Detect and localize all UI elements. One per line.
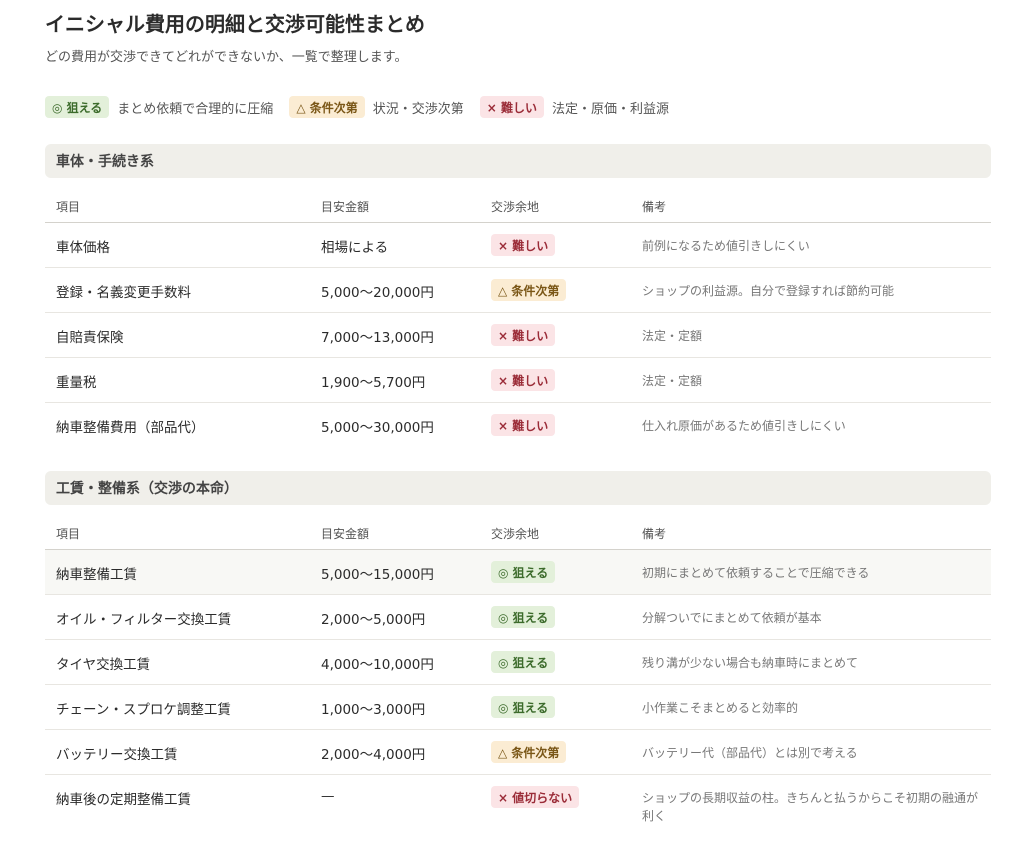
status-badge: ◎ 狙える xyxy=(491,696,556,718)
status-badge: × 難しい xyxy=(491,369,556,391)
section-title: 工賃・整備系（交渉の本命） xyxy=(45,471,991,505)
row-amount: 相場による xyxy=(321,240,389,256)
row-note: ショップの利益源。自分で登録すれば節約可能 xyxy=(642,284,895,298)
legend-text-hard: 法定・原価・利益源 xyxy=(551,101,669,117)
legend-badge-good: ◎ 狙える xyxy=(45,96,110,118)
row-item: タイヤ交換工賃 xyxy=(56,657,151,673)
legend-badge-cond: △ 条件次第 xyxy=(289,96,365,118)
row-item: 納車後の定期整備工賃 xyxy=(56,792,191,808)
table-row: 自賠責保険 7,000〜13,000円 × 難しい 法定・定額 xyxy=(45,313,991,358)
table-row: タイヤ交換工賃 4,000〜10,000円 ◎ 狙える 残り溝が少ない場合も納車… xyxy=(45,640,991,685)
row-note: 法定・定額 xyxy=(642,329,703,343)
table-header: 項目 目安金額 交渉余地 備考 xyxy=(45,178,991,223)
status-badge: ◎ 狙える xyxy=(491,651,556,673)
row-item: 納車整備費用（部品代） xyxy=(56,420,205,436)
row-amount: 5,000〜20,000円 xyxy=(321,285,434,301)
row-note: バッテリー代（部品代）とは別で考える xyxy=(642,746,858,760)
section-labor-maintenance: 工賃・整備系（交渉の本命） 項目 目安金額 交渉余地 備考 納車整備工賃 5,0… xyxy=(45,471,991,831)
row-item: 登録・名義変更手数料 xyxy=(56,285,191,301)
legend-badge-hard: × 難しい xyxy=(479,96,544,118)
row-amount: 7,000〜13,000円 xyxy=(321,330,434,346)
col-amount: 目安金額 xyxy=(321,200,370,214)
section-vehicle-procedures: 車体・手続き系 項目 目安金額 交渉余地 備考 車体価格 相場による × 難しい… xyxy=(45,144,991,447)
table-row: 納車整備工賃 5,000〜15,000円 ◎ 狙える 初期にまとめて依頼すること… xyxy=(45,550,991,595)
row-item: チェーン・スプロケ調整工賃 xyxy=(56,702,231,718)
col-item: 項目 xyxy=(56,527,81,541)
legend: ◎ 狙える まとめ依頼で合理的に圧縮 △ 条件次第 状況・交渉次第 × 難しい … xyxy=(45,95,685,119)
table-header: 項目 目安金額 交渉余地 備考 xyxy=(45,505,991,550)
row-note: 法定・定額 xyxy=(642,374,703,388)
row-amount: 2,000〜4,000円 xyxy=(321,747,426,763)
row-amount: 1,900〜5,700円 xyxy=(321,375,426,391)
row-note: 小作業こそまとめると効率的 xyxy=(642,701,799,715)
table-row: オイル・フィルター交換工賃 2,000〜5,000円 ◎ 狙える 分解ついでにま… xyxy=(45,595,991,640)
table-row: バッテリー交換工賃 2,000〜4,000円 △ 条件次第 バッテリー代（部品代… xyxy=(45,730,991,775)
table-row: 登録・名義変更手数料 5,000〜20,000円 △ 条件次第 ショップの利益源… xyxy=(45,268,991,313)
col-room: 交渉余地 xyxy=(491,527,540,541)
row-amount: — xyxy=(321,788,335,804)
table-row: チェーン・スプロケ調整工賃 1,000〜3,000円 ◎ 狙える 小作業こそまと… xyxy=(45,685,991,730)
col-amount: 目安金額 xyxy=(321,527,370,541)
row-amount: 4,000〜10,000円 xyxy=(321,657,434,673)
section-title: 車体・手続き系 xyxy=(45,144,991,178)
page-subtitle: どの費用が交渉できてどれができないか、一覧で整理します。 xyxy=(45,50,408,65)
status-badge: △ 条件次第 xyxy=(491,741,567,763)
col-item: 項目 xyxy=(56,200,81,214)
row-note: 初期にまとめて依頼することで圧縮できる xyxy=(642,566,870,580)
status-badge: ◎ 狙える xyxy=(491,606,556,628)
status-badge: ◎ 狙える xyxy=(491,561,556,583)
row-amount: 5,000〜30,000円 xyxy=(321,420,434,436)
row-note: 前例になるため値引きしにくい xyxy=(642,239,810,253)
col-note: 備考 xyxy=(642,200,667,214)
col-room: 交渉余地 xyxy=(491,200,540,214)
status-badge: △ 条件次第 xyxy=(491,279,567,301)
row-item: 納車整備工賃 xyxy=(56,567,137,583)
col-note: 備考 xyxy=(642,527,667,541)
row-amount: 5,000〜15,000円 xyxy=(321,567,434,583)
row-amount: 1,000〜3,000円 xyxy=(321,702,426,718)
row-item: 自賠責保険 xyxy=(56,330,124,346)
table-row: 納車整備費用（部品代） 5,000〜30,000円 × 難しい 仕入れ原価がある… xyxy=(45,403,991,447)
table-row: 納車後の定期整備工賃 — × 値切らない ショップの長期収益の柱。きちんと払うか… xyxy=(45,775,991,831)
table-row: 車体価格 相場による × 難しい 前例になるため値引きしにくい xyxy=(45,223,991,268)
status-badge: × 難しい xyxy=(491,414,556,436)
status-badge: × 難しい xyxy=(491,324,556,346)
table-row: 重量税 1,900〜5,700円 × 難しい 法定・定額 xyxy=(45,358,991,403)
legend-text-cond: 状況・交渉次第 xyxy=(372,101,464,117)
status-badge: × 難しい xyxy=(491,234,556,256)
status-badge: × 値切らない xyxy=(491,786,580,808)
row-item: 重量税 xyxy=(56,375,97,391)
row-note: 分解ついでにまとめて依頼が基本 xyxy=(642,611,822,625)
row-item: 車体価格 xyxy=(56,240,110,256)
legend-text-good: まとめ依頼で合理的に圧縮 xyxy=(117,101,274,117)
row-note: 仕入れ原価があるため値引きしにくい xyxy=(642,419,846,433)
row-note: ショップの長期収益の柱。きちんと払うからこそ初期の融通が利く xyxy=(642,791,979,823)
page-title: イニシャル費用の明細と交渉可能性まとめ xyxy=(45,12,425,36)
row-amount: 2,000〜5,000円 xyxy=(321,612,426,628)
row-item: バッテリー交換工賃 xyxy=(56,747,178,763)
row-item: オイル・フィルター交換工賃 xyxy=(56,612,232,628)
row-note: 残り溝が少ない場合も納車時にまとめて xyxy=(642,656,859,670)
